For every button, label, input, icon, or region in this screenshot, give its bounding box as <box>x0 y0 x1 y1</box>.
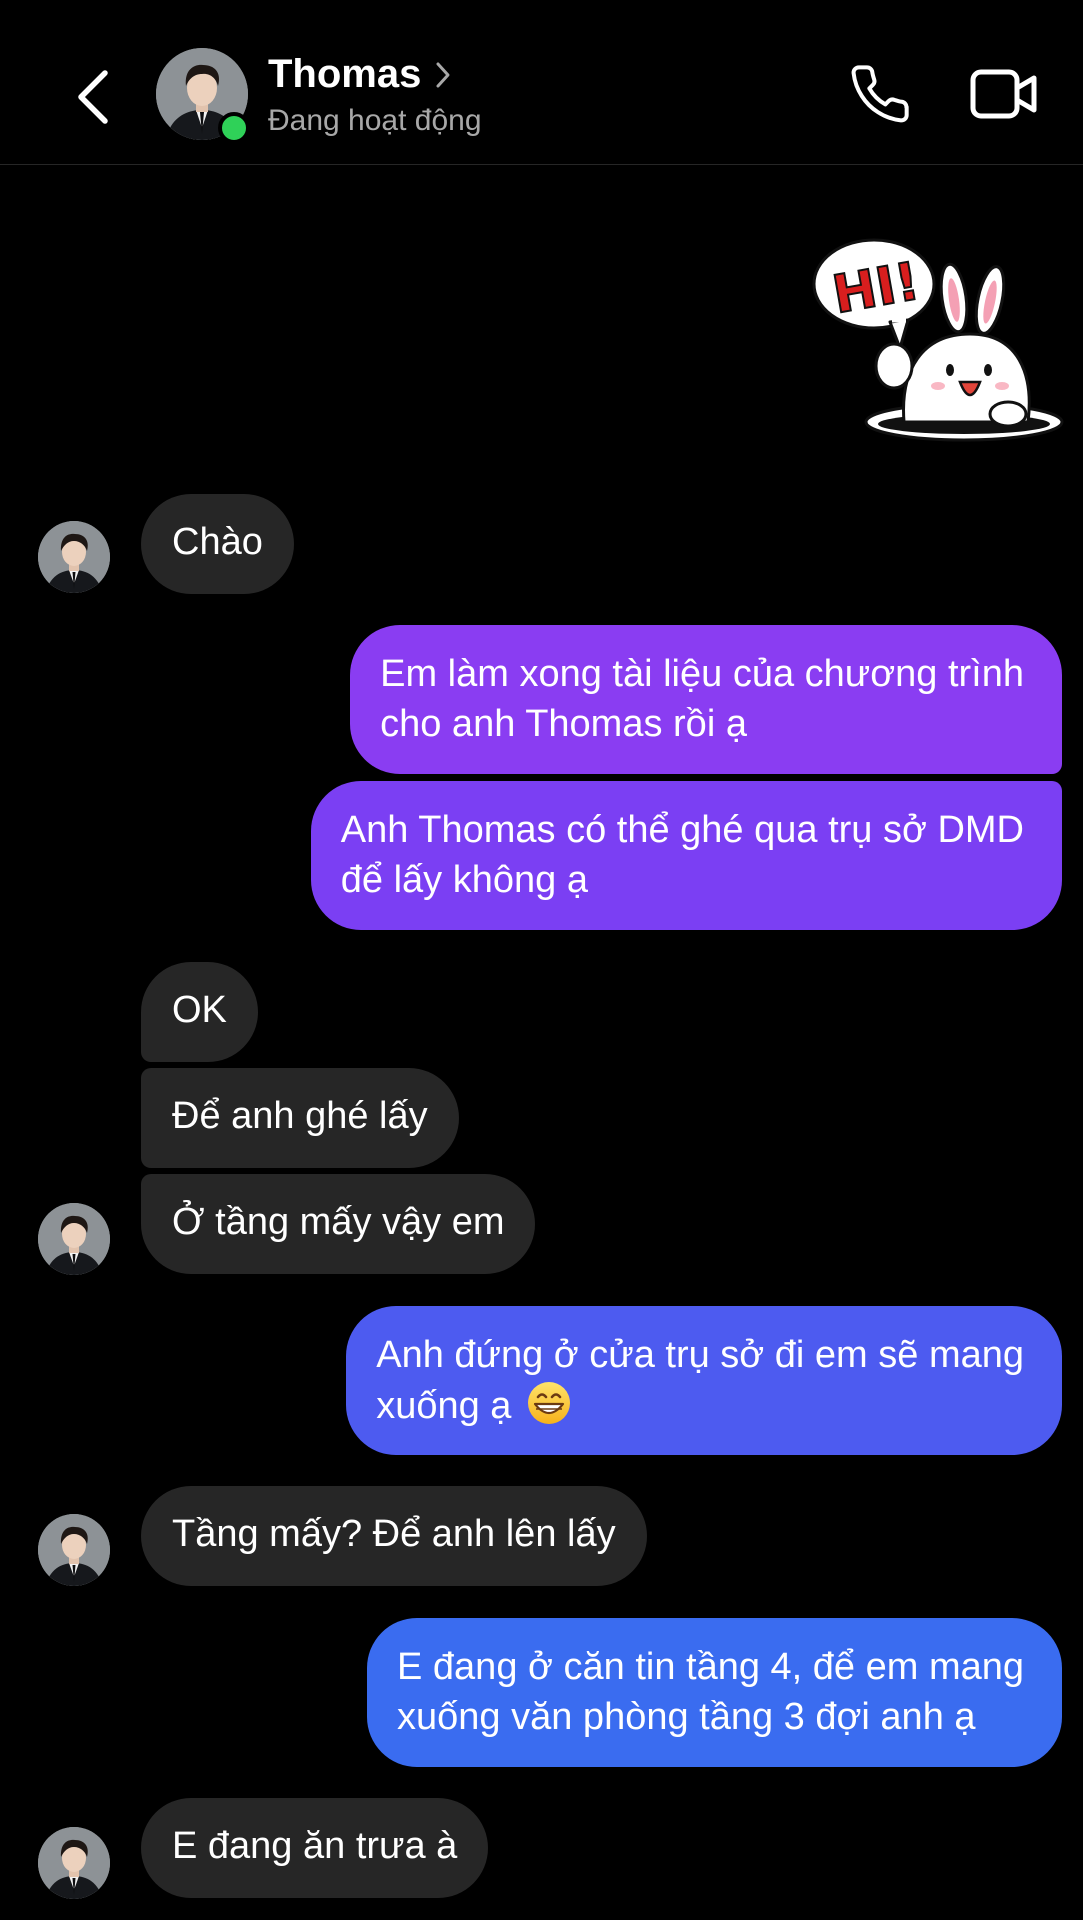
incoming-message[interactable]: Chào <box>141 494 294 594</box>
outgoing-message[interactable]: E đang ở căn tin tầng 4, để em mang xuốn… <box>367 1618 1062 1767</box>
outgoing-message[interactable]: Anh Thomas có thể ghé qua trụ sở DMD để … <box>310 781 1062 930</box>
message-text-line: xuống ạ <box>376 1385 512 1427</box>
grinning-face-emoji-icon <box>528 1382 571 1424</box>
message-text-line: để lấy không ạ <box>340 859 588 901</box>
outgoing-message[interactable]: Anh đứng ở cửa trụ sở đi em sẽ mang xuốn… <box>346 1306 1062 1455</box>
contact-name-link[interactable]: Thomas <box>268 52 451 97</box>
incoming-message[interactable]: Ở tầng mấy vậy em <box>141 1174 536 1274</box>
contact-avatar-small[interactable] <box>38 521 110 593</box>
message-text-line: xuống văn phòng tầng 3 đợi anh ạ <box>397 1696 976 1738</box>
message-text-line: Anh Thomas có thể ghé qua trụ sở DMD <box>340 809 1024 851</box>
message-text: Chào <box>172 521 263 563</box>
chat-header: Thomas Đang hoạt động <box>0 0 1083 165</box>
message-text: Tầng mấy? Để anh lên lấy <box>172 1513 616 1555</box>
contact-avatar-small[interactable] <box>38 1827 110 1899</box>
chevron-left-icon <box>78 70 108 124</box>
phone-icon <box>851 65 909 123</box>
incoming-message[interactable]: E đang ăn trưa à <box>141 1798 489 1898</box>
message-text-line: E đang ở căn tin tầng 4, để em mang <box>397 1646 1024 1688</box>
activity-status: Đang hoạt động <box>268 104 482 137</box>
voice-call-button[interactable] <box>848 62 912 126</box>
video-call-button[interactable] <box>968 62 1040 126</box>
incoming-message[interactable]: OK <box>141 962 258 1062</box>
contact-avatar-small[interactable] <box>38 1203 110 1275</box>
incoming-message[interactable]: Tầng mấy? Để anh lên lấy <box>141 1486 647 1586</box>
chevron-right-icon <box>436 62 450 87</box>
contact-name: Thomas <box>268 52 422 96</box>
outgoing-message[interactable]: Em làm xong tài liệu của chương trình ch… <box>350 625 1062 774</box>
message-text-line: Anh đứng ở cửa trụ sở đi em sẽ mang <box>376 1334 1024 1376</box>
video-camera-icon <box>970 69 1037 119</box>
hi-bunny-sticker[interactable]: HI! <box>812 230 1064 452</box>
message-text: Ở tầng mấy vậy em <box>172 1201 505 1243</box>
message-text-line: cho anh Thomas rồi ạ <box>380 703 747 745</box>
online-status-dot <box>218 112 250 144</box>
incoming-message[interactable]: Để anh ghé lấy <box>141 1068 459 1168</box>
contact-avatar-small[interactable] <box>38 1514 110 1586</box>
back-button[interactable] <box>64 62 120 132</box>
message-text: OK <box>172 989 227 1031</box>
message-text-line: Em làm xong tài liệu của chương trình <box>380 653 1024 695</box>
message-text: Để anh ghé lấy <box>172 1095 428 1137</box>
message-text: E đang ăn trưa à <box>172 1825 458 1867</box>
